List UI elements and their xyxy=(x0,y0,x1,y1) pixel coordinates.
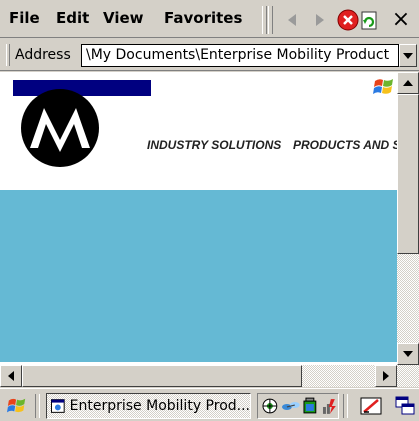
menu-edit[interactable]: Edit xyxy=(56,9,89,27)
refresh-button[interactable] xyxy=(358,6,380,34)
back-button[interactable] xyxy=(279,6,307,34)
network-icon[interactable] xyxy=(261,397,279,415)
chevron-down-icon xyxy=(403,52,413,59)
forward-icon xyxy=(316,14,324,26)
window-switch-button[interactable] xyxy=(393,394,417,418)
taskbar-separator xyxy=(35,394,40,418)
cascade-windows-icon xyxy=(395,396,415,415)
hero-banner xyxy=(0,190,397,362)
menu-view[interactable]: View xyxy=(103,9,144,27)
refresh-icon xyxy=(361,11,377,30)
menu-bar: File Edit View Favorites × xyxy=(0,0,419,38)
horizontal-scrollbar[interactable] xyxy=(0,365,397,387)
scroll-up-button[interactable] xyxy=(397,72,419,94)
nav-industry-solutions[interactable]: INDUSTRY SOLUTIONS xyxy=(147,138,281,152)
close-button[interactable]: × xyxy=(387,6,415,34)
menu-favorites[interactable]: Favorites xyxy=(164,9,242,27)
toolbar-grip xyxy=(268,6,273,34)
wireless-icon[interactable] xyxy=(322,397,338,415)
stop-icon xyxy=(337,9,359,31)
browser-window-icon xyxy=(51,399,65,413)
taskbar-item-browser[interactable]: Enterprise Mobility Prod... xyxy=(46,393,251,419)
connection-icon[interactable] xyxy=(281,397,301,415)
toolbar-separator xyxy=(262,6,267,34)
address-label: Address xyxy=(15,47,71,63)
menu-file[interactable]: File xyxy=(9,9,40,27)
address-bar: Address \My Documents\Enterprise Mobilit… xyxy=(0,39,419,71)
taskbar: Enterprise Mobility Prod... xyxy=(0,388,419,421)
address-bar-grip xyxy=(6,44,10,66)
arrow-right-icon xyxy=(383,371,389,381)
forward-button[interactable] xyxy=(305,6,333,34)
scrollbar-corner xyxy=(397,365,419,387)
scroll-left-button[interactable] xyxy=(0,365,22,387)
close-icon: × xyxy=(391,7,411,32)
arrow-up-icon xyxy=(403,80,413,86)
vertical-scroll-thumb[interactable] xyxy=(397,94,419,254)
address-input[interactable]: \My Documents\Enterprise Mobility Produc… xyxy=(81,44,399,67)
horizontal-scroll-thumb[interactable] xyxy=(22,365,302,387)
input-panel-icon xyxy=(360,397,382,415)
windows-flag-icon xyxy=(373,79,393,94)
nav-products-and-services[interactable]: PRODUCTS AND SER xyxy=(293,138,397,152)
arrow-left-icon xyxy=(8,371,14,381)
web-content[interactable]: INDUSTRY SOLUTIONS PRODUCTS AND SER xyxy=(0,72,397,365)
taskbar-item-label: Enterprise Mobility Prod... xyxy=(69,398,250,414)
address-dropdown-button[interactable] xyxy=(399,44,417,67)
scroll-right-button[interactable] xyxy=(375,365,397,387)
arrow-down-icon xyxy=(403,351,413,357)
vertical-scrollbar[interactable] xyxy=(397,72,419,365)
start-button[interactable] xyxy=(3,394,31,418)
input-panel-button[interactable] xyxy=(357,394,385,418)
back-icon xyxy=(288,14,296,26)
motorola-logo xyxy=(21,89,99,167)
tray-separator xyxy=(343,394,348,418)
battery-icon[interactable] xyxy=(302,397,320,415)
system-tray xyxy=(257,393,339,419)
scroll-down-button[interactable] xyxy=(397,343,419,365)
windows-start-icon xyxy=(7,398,26,413)
